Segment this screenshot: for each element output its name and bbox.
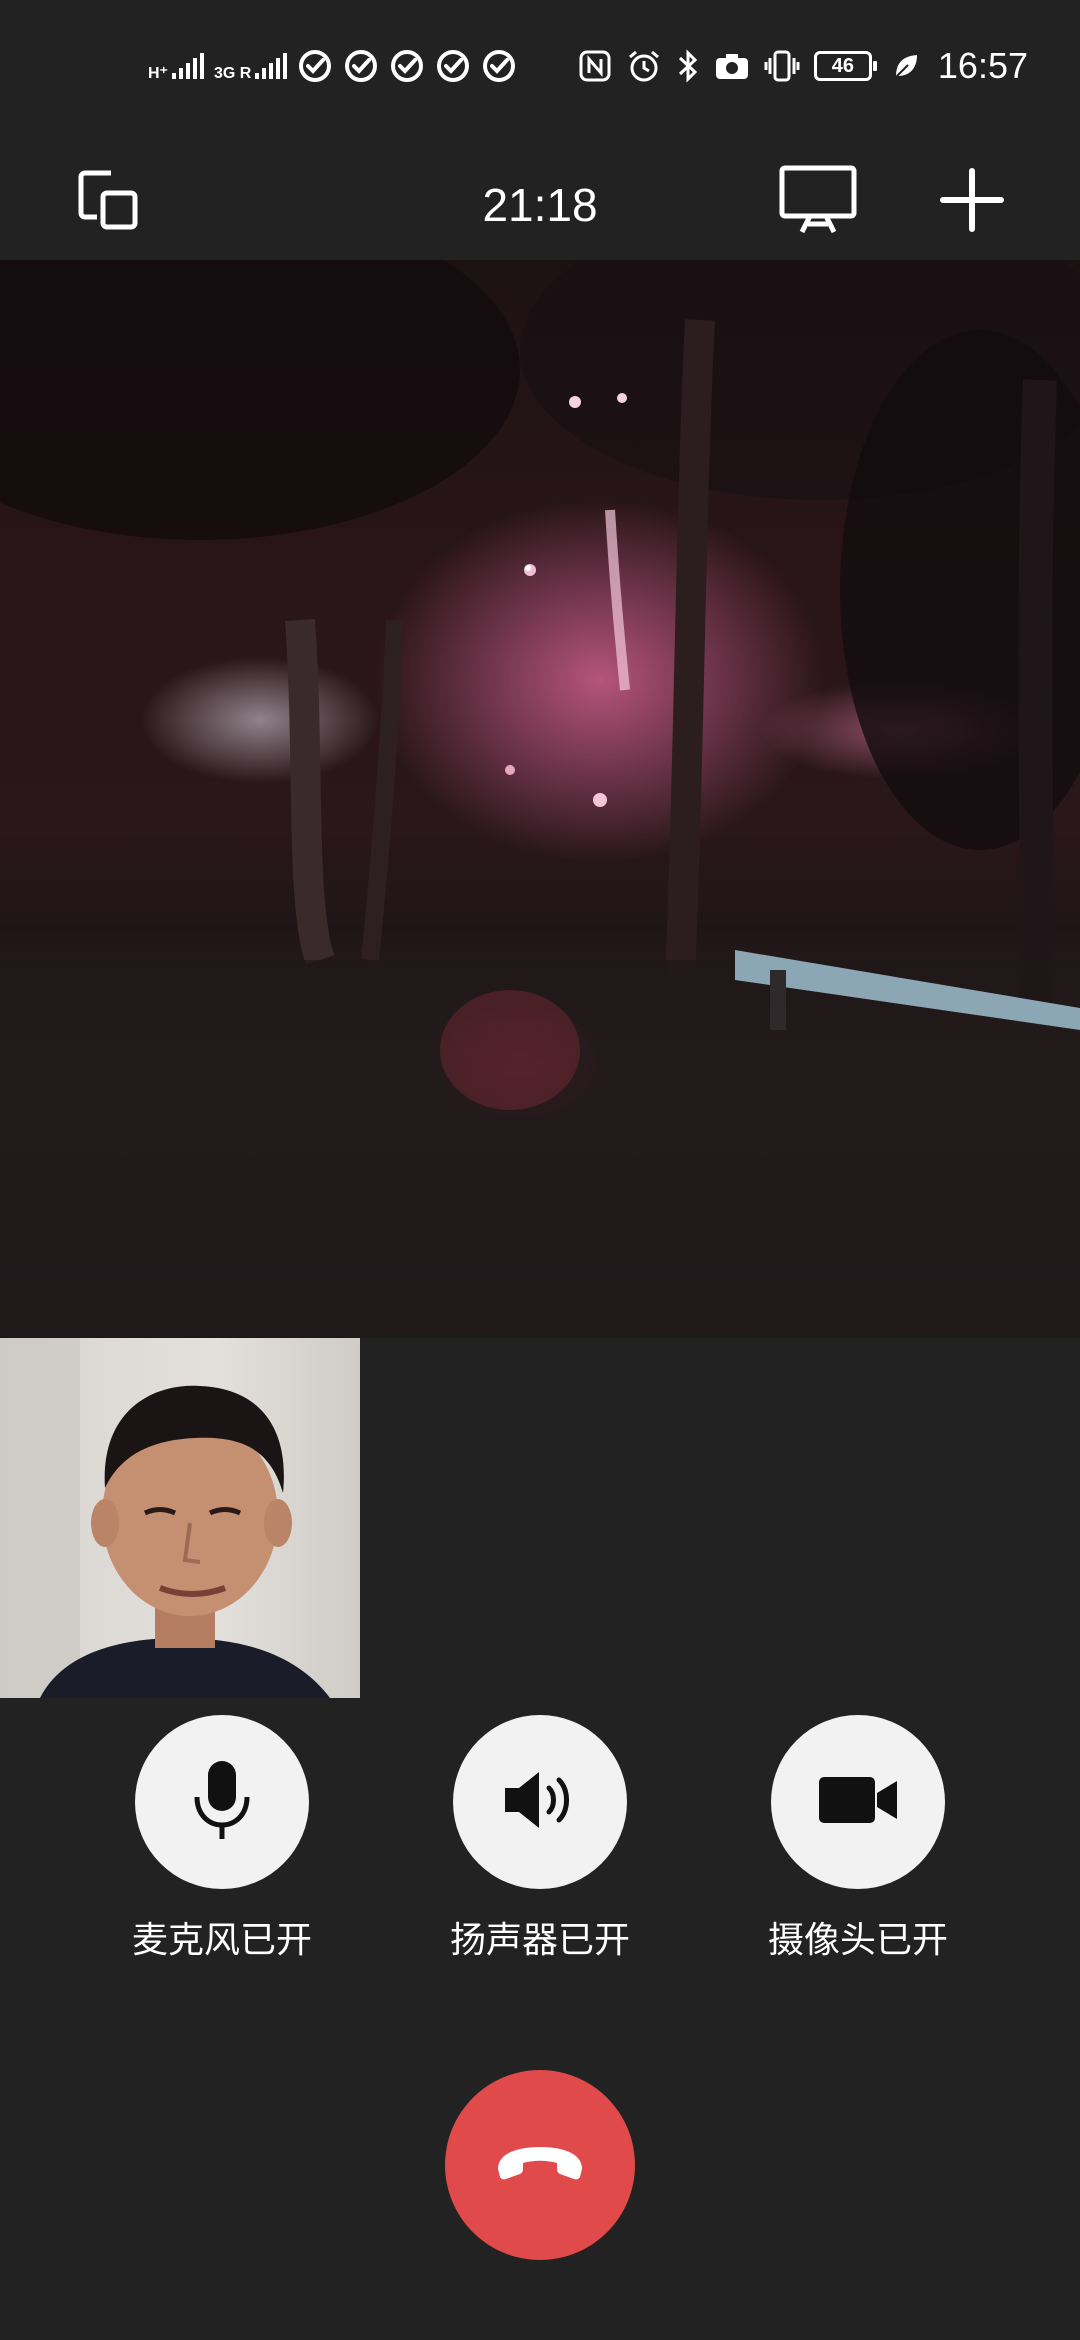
speaker-icon: [501, 1768, 579, 1836]
remote-video-feed[interactable]: [0, 260, 1080, 1338]
hang-up-button[interactable]: [445, 2070, 635, 2260]
check-circle-icon: [435, 48, 471, 84]
camera-control: 摄像头已开: [748, 1715, 968, 1963]
speaker-button[interactable]: [453, 1715, 627, 1889]
signal-icon: H⁺: [148, 51, 204, 82]
status-bar-right: 46 16:57: [578, 44, 1028, 88]
alarm-icon: [626, 48, 662, 84]
call-duration: 21:18: [482, 179, 598, 231]
check-circle-icon: [389, 48, 425, 84]
status-bar: H⁺ 3G R 46 16:57: [0, 0, 1080, 130]
network-type-label: H⁺: [148, 65, 168, 82]
battery-icon: 46: [813, 51, 877, 81]
call-top-bar: 21:18: [0, 130, 1080, 260]
microphone-icon: [187, 1757, 257, 1847]
microphone-button[interactable]: [135, 1715, 309, 1889]
camera-icon: [714, 51, 750, 81]
remote-video-image: [0, 260, 1080, 1338]
check-circle-icon: [297, 48, 333, 84]
speaker-control: 扬声器已开: [430, 1715, 650, 1963]
signal-icon: 3G R: [214, 51, 288, 82]
status-time: 16:57: [937, 45, 1028, 86]
add-participant-button[interactable]: [932, 162, 1012, 242]
vibrate-icon: [764, 48, 800, 84]
screen-cast-button[interactable]: [778, 162, 858, 242]
hang-up-icon: [492, 2143, 588, 2187]
leaf-icon: [892, 52, 920, 80]
network-type-label: 3G R: [214, 65, 252, 82]
self-video-preview[interactable]: [0, 1338, 360, 1698]
microphone-control: 麦克风已开: [112, 1715, 332, 1963]
add-icon: [939, 167, 1005, 237]
nfc-icon: [578, 49, 612, 83]
speaker-label: 扬声器已开: [449, 1920, 630, 1961]
bluetooth-icon: [676, 48, 700, 84]
check-circle-icon: [343, 48, 379, 84]
camera-button[interactable]: [771, 1715, 945, 1889]
video-camera-icon: [817, 1775, 899, 1829]
battery-level: 46: [831, 54, 855, 77]
camera-label: 摄像头已开: [767, 1920, 948, 1961]
microphone-label: 麦克风已开: [131, 1920, 312, 1961]
self-video-image: [0, 1338, 330, 1698]
screen-cast-icon: [778, 164, 858, 240]
status-bar-left: H⁺ 3G R: [148, 44, 517, 88]
check-circle-icon: [481, 48, 517, 84]
